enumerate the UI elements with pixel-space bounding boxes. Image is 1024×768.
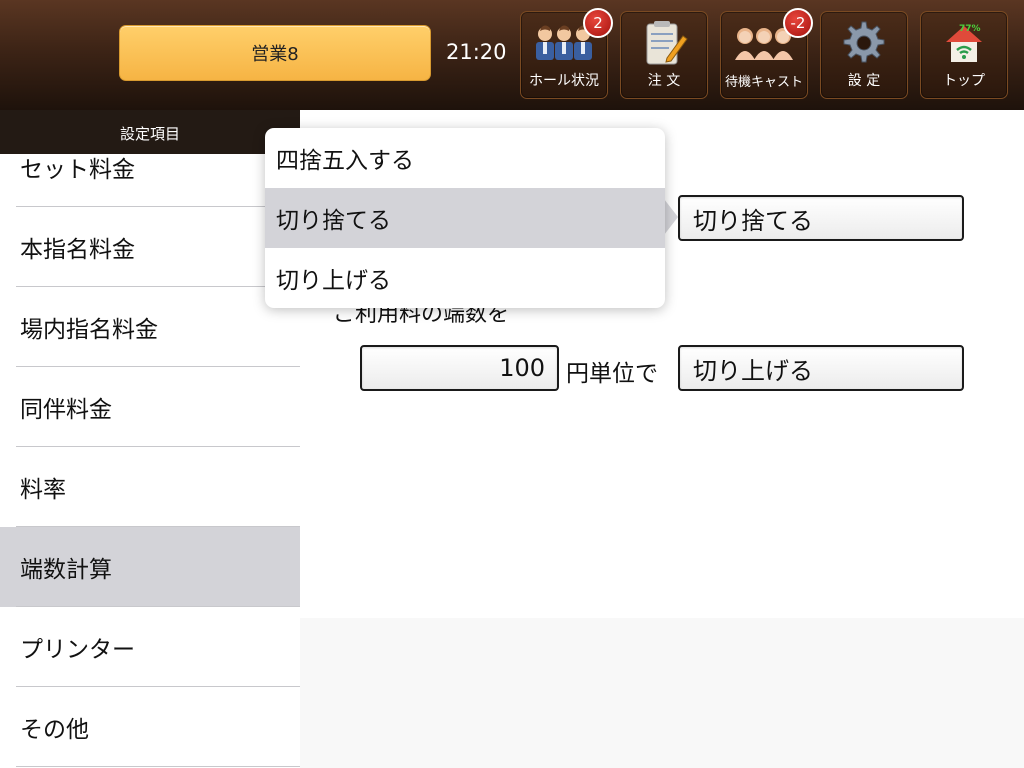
rounding-method-dropdown: 四捨五入する 切り捨てる 切り上げる xyxy=(265,128,665,308)
rounding-unit-amount-field[interactable]: 100 xyxy=(360,345,559,391)
sidebar-item-rate[interactable]: 料率 xyxy=(0,447,300,527)
wifi-percent: 77% xyxy=(959,24,981,34)
sidebar-item-rounding[interactable]: 端数計算 xyxy=(0,527,300,607)
sidebar-item-in-store-nomination-fee[interactable]: 場内指名料金 xyxy=(0,287,300,367)
popover-arrow xyxy=(664,199,678,235)
nav-label: 設 定 xyxy=(847,73,881,89)
session-button[interactable]: 営業8 xyxy=(119,25,431,81)
sidebar-item-nomination-fee[interactable]: 本指名料金 xyxy=(0,207,300,287)
settings-sidebar: セット料金 本指名料金 場内指名料金 同伴料金 料率 端数計算 プリンター その… xyxy=(0,110,300,768)
nav-top-button[interactable]: 77% トップ xyxy=(920,11,1008,99)
nav-waiting-cast-button[interactable]: 待機キャスト -2 xyxy=(720,8,813,99)
rounding-method-select-1[interactable]: 切り捨てる xyxy=(678,195,964,241)
sidebar-item-accompany-fee[interactable]: 同伴料金 xyxy=(0,367,300,447)
order-notepad-icon xyxy=(639,20,689,70)
nav-hall-status-button[interactable]: ホール状況 2 xyxy=(520,8,613,99)
nav-label: ホール状況 xyxy=(529,73,599,89)
nav-label: 待機キャスト xyxy=(724,75,803,90)
clock: 21:20 xyxy=(446,40,507,64)
content-footer-area xyxy=(300,618,1024,768)
nav-label: トップ xyxy=(943,73,985,89)
top-bar: 営業8 21:20 ホール状況 2 注 文 待機キャスト -2 設 定 77% … xyxy=(0,0,1024,110)
sidebar-item-printer[interactable]: プリンター xyxy=(0,607,300,687)
sidebar-item-other[interactable]: その他 xyxy=(0,687,300,767)
dropdown-option-round-half-up[interactable]: 四捨五入する xyxy=(265,128,665,188)
sidebar-title: 設定項目 xyxy=(0,110,300,154)
notification-badge: -2 xyxy=(783,8,813,38)
nav-settings-button[interactable]: 設 定 xyxy=(820,11,908,99)
unit-label: 円単位で xyxy=(566,361,658,387)
notification-badge: 2 xyxy=(583,8,613,38)
nav-order-button[interactable]: 注 文 xyxy=(620,11,708,99)
dropdown-option-round-up[interactable]: 切り上げる xyxy=(265,248,665,308)
gear-icon xyxy=(841,20,887,70)
dropdown-option-round-down[interactable]: 切り捨てる xyxy=(265,188,665,248)
nav-label: 注 文 xyxy=(647,73,681,89)
rounding-method-select-2[interactable]: 切り上げる xyxy=(678,345,964,391)
